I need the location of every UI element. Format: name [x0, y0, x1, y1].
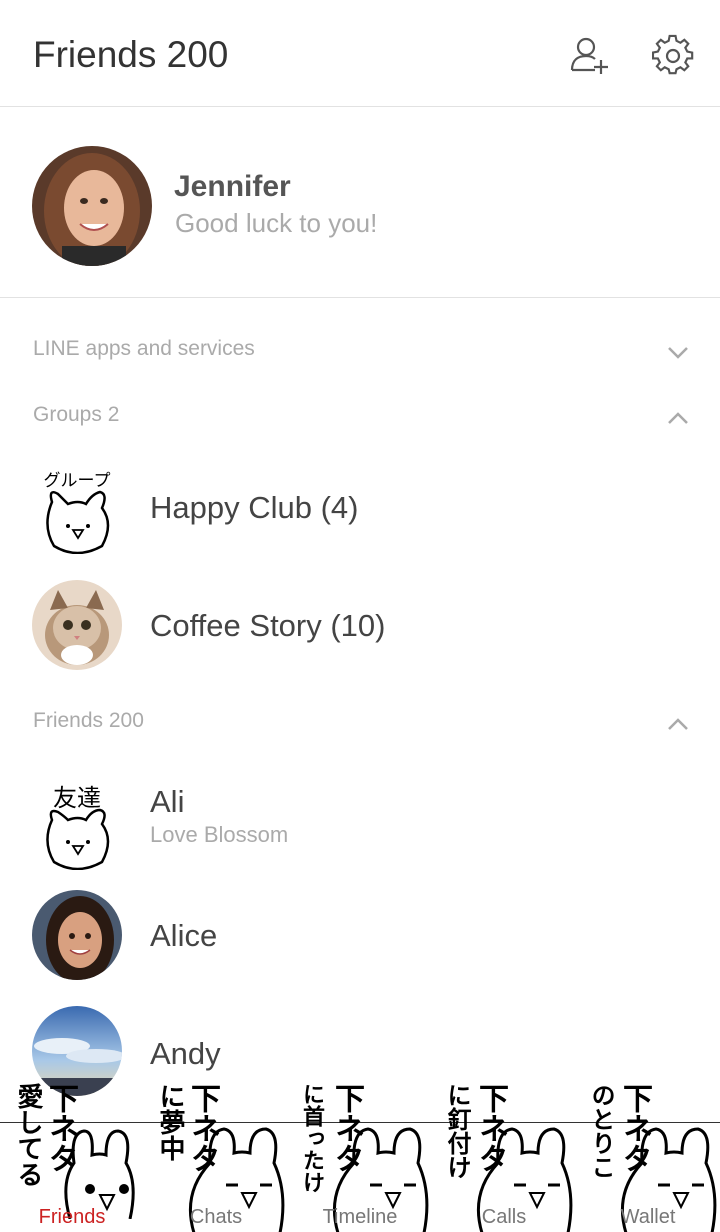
add-friend-button[interactable] [568, 34, 610, 76]
sticker-caption: 友達 [53, 784, 101, 812]
tab-friends[interactable]: 愛してる 下ネタ Friends [0, 1083, 144, 1232]
avatar[interactable] [32, 146, 152, 266]
section-friends[interactable]: Friends 200 [0, 696, 720, 750]
page-title: Friends 200 [33, 34, 229, 75]
settings-button[interactable] [651, 34, 694, 76]
profile-status-message: Good luck to you! [175, 208, 378, 238]
section-line-apps[interactable]: LINE apps and services [0, 324, 720, 378]
group-name: Coffee Story (10) [150, 608, 386, 643]
section-label: LINE apps and services [33, 337, 255, 360]
sticker-caption: グループ [44, 471, 111, 491]
group-item-coffee-story[interactable]: Coffee Story (10) [0, 570, 720, 680]
tab-label: Wallet [620, 1206, 676, 1228]
group-item-happy-club[interactable]: グループ Happy Club (4) [0, 454, 720, 564]
sticker-caption-head: 下ネタ [329, 1083, 364, 1173]
chevron-down-icon [668, 347, 688, 359]
friend-item-ali[interactable]: 友達 Ali Love Blossom [0, 770, 720, 880]
tab-label: Friends [38, 1206, 106, 1228]
tab-label: Chats [189, 1206, 243, 1228]
bottom-tab-bar: 愛してる 下ネタ Friends に夢中 下ネタ Chats に首ったけ 下ネタ… [0, 1083, 720, 1232]
sticker-caption-head: 下ネタ [43, 1083, 78, 1173]
friend-name: Andy [150, 1036, 221, 1071]
avatar [32, 580, 122, 670]
tab-label: Calls [481, 1206, 527, 1228]
section-label: Friends 200 [33, 709, 144, 732]
group-sticker-avatar: グループ [32, 464, 122, 554]
section-groups[interactable]: Groups 2 [0, 390, 720, 444]
sticker-caption-head: 下ネタ [473, 1083, 508, 1173]
avatar [32, 890, 122, 980]
friend-name: Ali [150, 784, 185, 819]
friend-status-message: Love Blossom [150, 822, 289, 847]
my-profile[interactable]: Jennifer Good luck to you! [0, 108, 720, 298]
chevron-up-icon [668, 718, 688, 730]
add-friend-icon [570, 37, 608, 74]
friend-sticker-avatar: 友達 [32, 780, 122, 870]
top-header: Friends 200 [0, 0, 720, 107]
sticker-caption-head: 下ネタ [185, 1083, 220, 1173]
friend-item-alice[interactable]: Alice [0, 880, 720, 990]
tab-timeline[interactable]: に首ったけ 下ネタ Timeline [288, 1083, 432, 1232]
chevron-up-icon [668, 412, 688, 424]
friend-name: Alice [150, 918, 218, 953]
section-label: Groups 2 [33, 403, 120, 426]
tab-calls[interactable]: に釘付け 下ネタ Calls [432, 1083, 576, 1232]
sticker-caption-head: 下ネタ [617, 1083, 652, 1173]
tab-label: Timeline [322, 1206, 398, 1228]
tab-chats[interactable]: に夢中 下ネタ Chats [144, 1083, 288, 1232]
gear-icon [651, 34, 694, 75]
group-name: Happy Club (4) [150, 490, 359, 525]
tab-wallet[interactable]: のとりこ 下ネタ Wallet [576, 1083, 720, 1232]
profile-name: Jennifer [174, 170, 291, 203]
